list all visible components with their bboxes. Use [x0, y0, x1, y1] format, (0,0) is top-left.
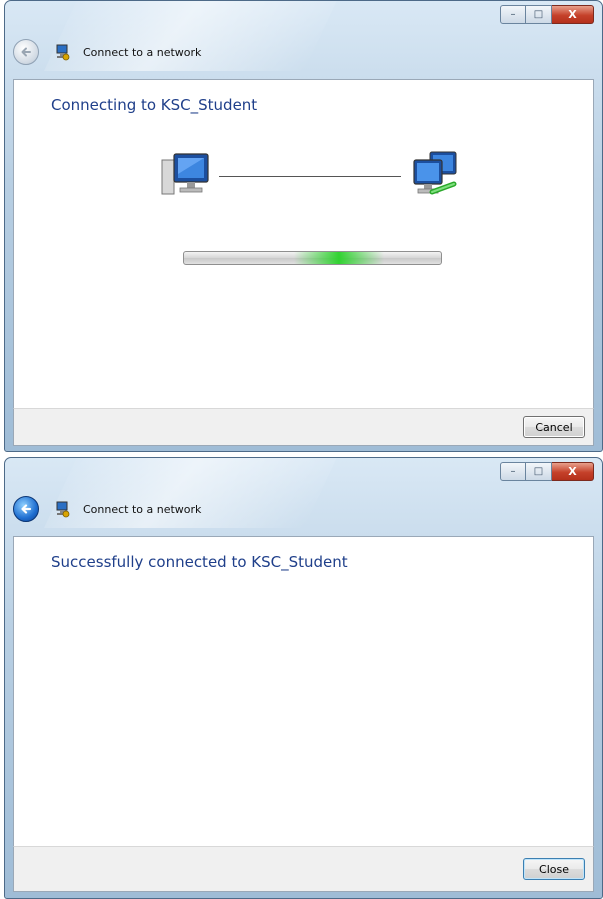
content-area: Connecting to KSC_Student: [13, 79, 594, 408]
network-computers-icon: [413, 151, 457, 195]
title-bar[interactable]: – □ X Connect to a network: [5, 1, 602, 79]
navigation-bar: Connect to a network: [13, 39, 201, 65]
navigation-bar: Connect to a network: [13, 496, 201, 522]
footer-bar: Cancel: [13, 408, 594, 446]
status-heading: Successfully connected to KSC_Student: [51, 553, 348, 571]
back-button[interactable]: [13, 39, 39, 65]
back-arrow-icon: [21, 504, 32, 514]
caption-buttons: – □ X: [500, 462, 594, 481]
maximize-button[interactable]: □: [526, 462, 552, 481]
status-heading: Connecting to KSC_Student: [51, 96, 258, 114]
network-icon: [56, 44, 70, 61]
connect-window-connecting: – □ X Connect to a network Connecting to…: [4, 0, 603, 452]
network-icon: [56, 501, 70, 518]
back-arrow-icon: [21, 47, 31, 57]
close-window-button[interactable]: X: [552, 5, 594, 24]
caption-buttons: – □ X: [500, 5, 594, 24]
connection-line: [219, 176, 401, 177]
maximize-button[interactable]: □: [526, 5, 552, 24]
footer-bar: Close: [13, 846, 594, 892]
content-area: Successfully connected to KSC_Student: [13, 536, 594, 846]
back-button[interactable]: [13, 496, 39, 522]
nav-title: Connect to a network: [83, 45, 202, 59]
title-bar[interactable]: – □ X Connect to a network: [5, 458, 602, 536]
progress-glow: [294, 252, 384, 264]
close-window-button[interactable]: X: [552, 462, 594, 481]
minimize-button[interactable]: –: [500, 462, 526, 481]
connection-progress-bar: [183, 251, 442, 265]
connect-window-connected: – □ X Connect to a network Successfully …: [4, 457, 603, 899]
nav-title: Connect to a network: [83, 502, 202, 516]
computer-icon: [161, 153, 209, 195]
close-button[interactable]: Close: [523, 858, 585, 880]
minimize-button[interactable]: –: [500, 5, 526, 24]
cancel-button[interactable]: Cancel: [523, 416, 585, 438]
